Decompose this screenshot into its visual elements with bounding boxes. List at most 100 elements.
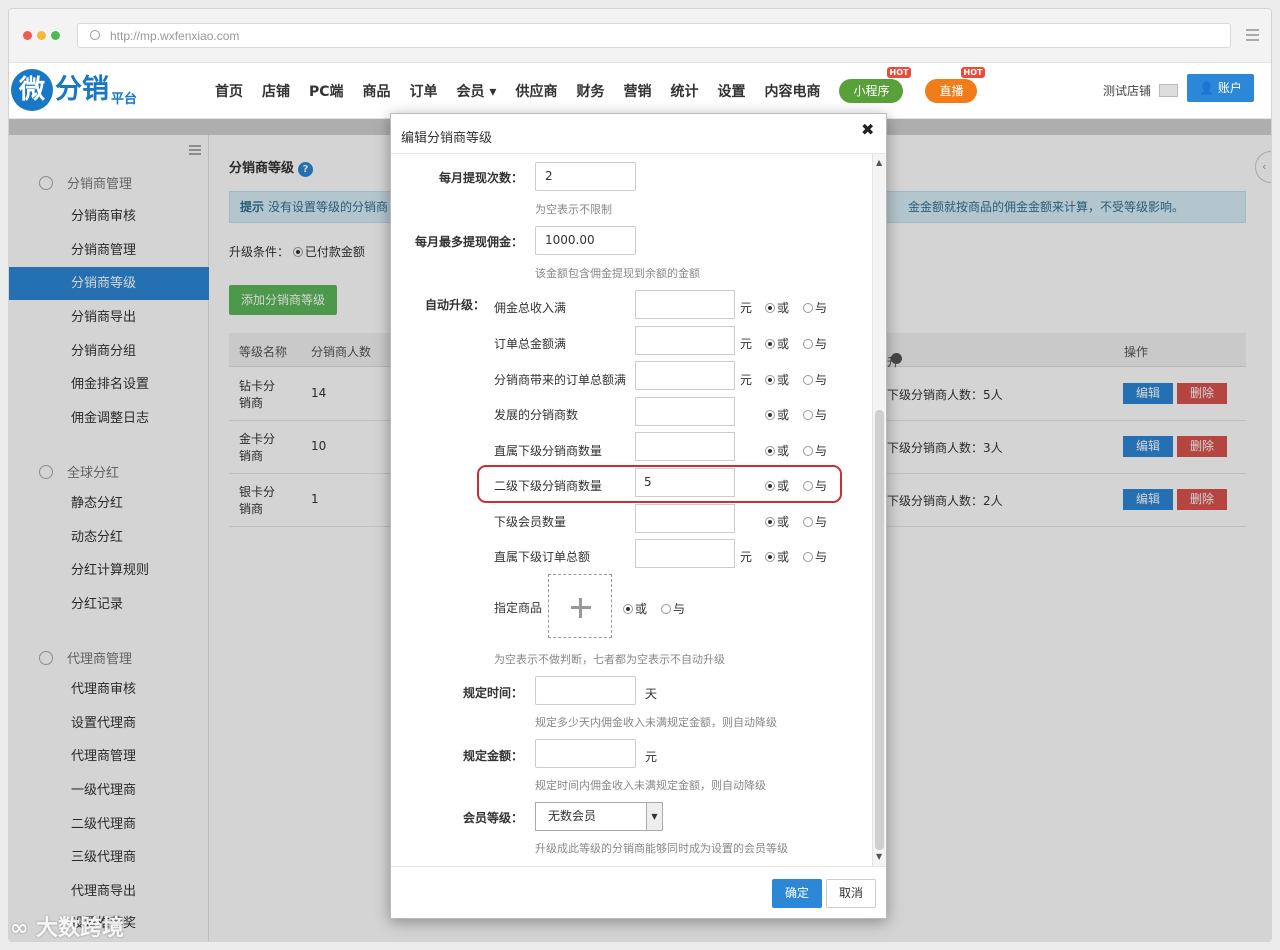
withdraw-times-label: 每月提现次数： bbox=[438, 171, 523, 185]
condition-input[interactable] bbox=[635, 397, 735, 426]
or-radio[interactable]: 或 bbox=[765, 477, 789, 494]
nav-orders[interactable]: 订单 bbox=[410, 81, 438, 101]
top-nav: 微 分销 平台 首页 店铺 PC端 商品 订单 会员 ▾ 供应商 财务 营销 统… bbox=[9, 63, 1271, 119]
live-label: 直播 bbox=[939, 84, 964, 98]
or-radio[interactable]: 或 bbox=[623, 600, 647, 617]
hot-badge: HOT bbox=[886, 67, 912, 78]
and-radio[interactable]: 与 bbox=[803, 442, 827, 459]
member-level-select[interactable]: 无数会员 ▼ bbox=[535, 802, 663, 831]
and-radio[interactable]: 与 bbox=[803, 371, 827, 388]
add-product-button[interactable] bbox=[548, 574, 612, 638]
time-label: 规定时间： bbox=[462, 686, 523, 700]
condition-unit: 元 bbox=[740, 337, 753, 351]
watermark-text: 大数跨境 bbox=[36, 916, 125, 941]
nav-content[interactable]: 内容电商 bbox=[764, 81, 820, 101]
nav-goods[interactable]: 商品 bbox=[363, 81, 391, 101]
or-label: 或 bbox=[777, 408, 790, 422]
conditions-hint: 为空表示不做判断，七者都为空表示不自动升级 bbox=[494, 653, 725, 666]
and-radio[interactable]: 与 bbox=[803, 299, 827, 316]
condition-input[interactable] bbox=[635, 361, 735, 390]
store-name[interactable]: 测试店铺 bbox=[1103, 82, 1151, 99]
nav-suppliers[interactable]: 供应商 bbox=[515, 81, 557, 101]
close-window-dot[interactable] bbox=[23, 31, 32, 40]
amount-label: 规定金额： bbox=[462, 749, 523, 763]
modal-title: 编辑分销商等级 bbox=[401, 131, 493, 146]
mail-icon[interactable] bbox=[1159, 84, 1178, 97]
or-radio[interactable]: 或 bbox=[765, 406, 789, 423]
nav-marketing[interactable]: 营销 bbox=[623, 81, 651, 101]
scroll-thumb[interactable] bbox=[875, 410, 884, 850]
and-radio[interactable]: 与 bbox=[803, 477, 827, 494]
and-label: 与 bbox=[815, 550, 828, 564]
or-label: 或 bbox=[777, 444, 790, 458]
dropdown-arrow-icon: ▼ bbox=[646, 803, 662, 830]
condition-label: 直属下级分销商数量 bbox=[494, 444, 603, 458]
auto-upgrade-label: 自动升级： bbox=[424, 298, 485, 312]
and-label: 与 bbox=[815, 337, 828, 351]
logo-mark: 微 bbox=[11, 69, 53, 111]
time-input[interactable] bbox=[535, 676, 636, 705]
max-withdraw-hint: 该金额包含佣金提现到余额的金额 bbox=[535, 267, 700, 280]
time-unit: 天 bbox=[645, 687, 658, 701]
edit-level-modal: 编辑分销商等级 ✖ 每月提现次数： 2 为空表示不限制 每月最多提现佣金： 10… bbox=[390, 113, 887, 919]
scroll-down-icon[interactable]: ▼ bbox=[876, 852, 882, 861]
or-radio[interactable]: 或 bbox=[765, 371, 789, 388]
modal-footer: 确定 取消 bbox=[391, 866, 886, 918]
condition-input[interactable] bbox=[635, 504, 735, 533]
max-withdraw-input[interactable]: 1000.00 bbox=[535, 226, 636, 255]
amount-unit: 元 bbox=[645, 750, 658, 764]
or-radio[interactable]: 或 bbox=[765, 548, 789, 565]
withdraw-times-hint: 为空表示不限制 bbox=[535, 203, 612, 216]
or-radio[interactable]: 或 bbox=[765, 299, 789, 316]
and-radio[interactable]: 与 bbox=[803, 548, 827, 565]
max-withdraw-label: 每月最多提现佣金： bbox=[414, 235, 523, 249]
logo-name: 分销 bbox=[55, 74, 109, 105]
or-radio[interactable]: 或 bbox=[765, 442, 789, 459]
main-menu: 首页 店铺 PC端 商品 订单 会员 ▾ 供应商 财务 营销 统计 设置 内容电… bbox=[215, 63, 999, 119]
nav-members[interactable]: 会员 ▾ bbox=[457, 81, 497, 101]
address-bar[interactable]: http://mp.wxfenxiao.com bbox=[77, 23, 1231, 48]
or-label: 或 bbox=[777, 337, 790, 351]
withdraw-times-input[interactable]: 2 bbox=[535, 162, 636, 191]
and-radio[interactable]: 与 bbox=[803, 513, 827, 530]
and-radio[interactable]: 与 bbox=[803, 406, 827, 423]
amount-input[interactable] bbox=[535, 739, 636, 768]
nav-home[interactable]: 首页 bbox=[215, 81, 243, 101]
condition-label: 二级下级分销商数量 bbox=[494, 479, 603, 493]
condition-unit: 元 bbox=[740, 550, 753, 564]
condition-label: 佣金总收入满 bbox=[494, 301, 567, 315]
condition-input[interactable] bbox=[635, 326, 735, 355]
or-radio[interactable]: 或 bbox=[765, 513, 789, 530]
and-radio[interactable]: 与 bbox=[661, 600, 685, 617]
condition-input[interactable] bbox=[635, 290, 735, 319]
nav-pc[interactable]: PC端 bbox=[309, 81, 344, 101]
nav-store[interactable]: 店铺 bbox=[262, 81, 290, 101]
and-radio[interactable]: 与 bbox=[803, 335, 827, 352]
account-button[interactable]: 👤 账户 bbox=[1187, 74, 1254, 102]
and-label: 与 bbox=[815, 479, 828, 493]
live-button[interactable]: 直播 HOT bbox=[925, 67, 986, 103]
nav-stats[interactable]: 统计 bbox=[670, 81, 698, 101]
minimize-window-dot[interactable] bbox=[37, 31, 46, 40]
confirm-button[interactable]: 确定 bbox=[772, 879, 822, 908]
browser-menu-icon[interactable] bbox=[1246, 29, 1259, 44]
condition-input[interactable]: 5 bbox=[635, 468, 735, 497]
and-label: 与 bbox=[815, 301, 828, 315]
condition-input[interactable] bbox=[635, 539, 735, 568]
mini-program-button[interactable]: 小程序 HOT bbox=[839, 67, 912, 103]
or-label: 或 bbox=[777, 550, 790, 564]
maximize-window-dot[interactable] bbox=[51, 31, 60, 40]
member-label: 会员等级： bbox=[462, 811, 523, 825]
nav-finance[interactable]: 财务 bbox=[576, 81, 604, 101]
modal-scrollbar[interactable]: ▲ ▼ bbox=[872, 154, 886, 866]
logo[interactable]: 微 分销 平台 bbox=[11, 69, 137, 111]
nav-settings[interactable]: 设置 bbox=[717, 81, 745, 101]
and-label: 与 bbox=[815, 408, 828, 422]
scroll-up-icon[interactable]: ▲ bbox=[876, 158, 882, 167]
logo-sub: 平台 bbox=[111, 92, 138, 107]
close-icon[interactable]: ✖ bbox=[861, 120, 874, 139]
condition-input[interactable] bbox=[635, 432, 735, 461]
member-hint: 升级成此等级的分销商能够同时成为设置的会员等级 bbox=[535, 842, 788, 855]
cancel-button[interactable]: 取消 bbox=[826, 879, 876, 908]
or-radio[interactable]: 或 bbox=[765, 335, 789, 352]
